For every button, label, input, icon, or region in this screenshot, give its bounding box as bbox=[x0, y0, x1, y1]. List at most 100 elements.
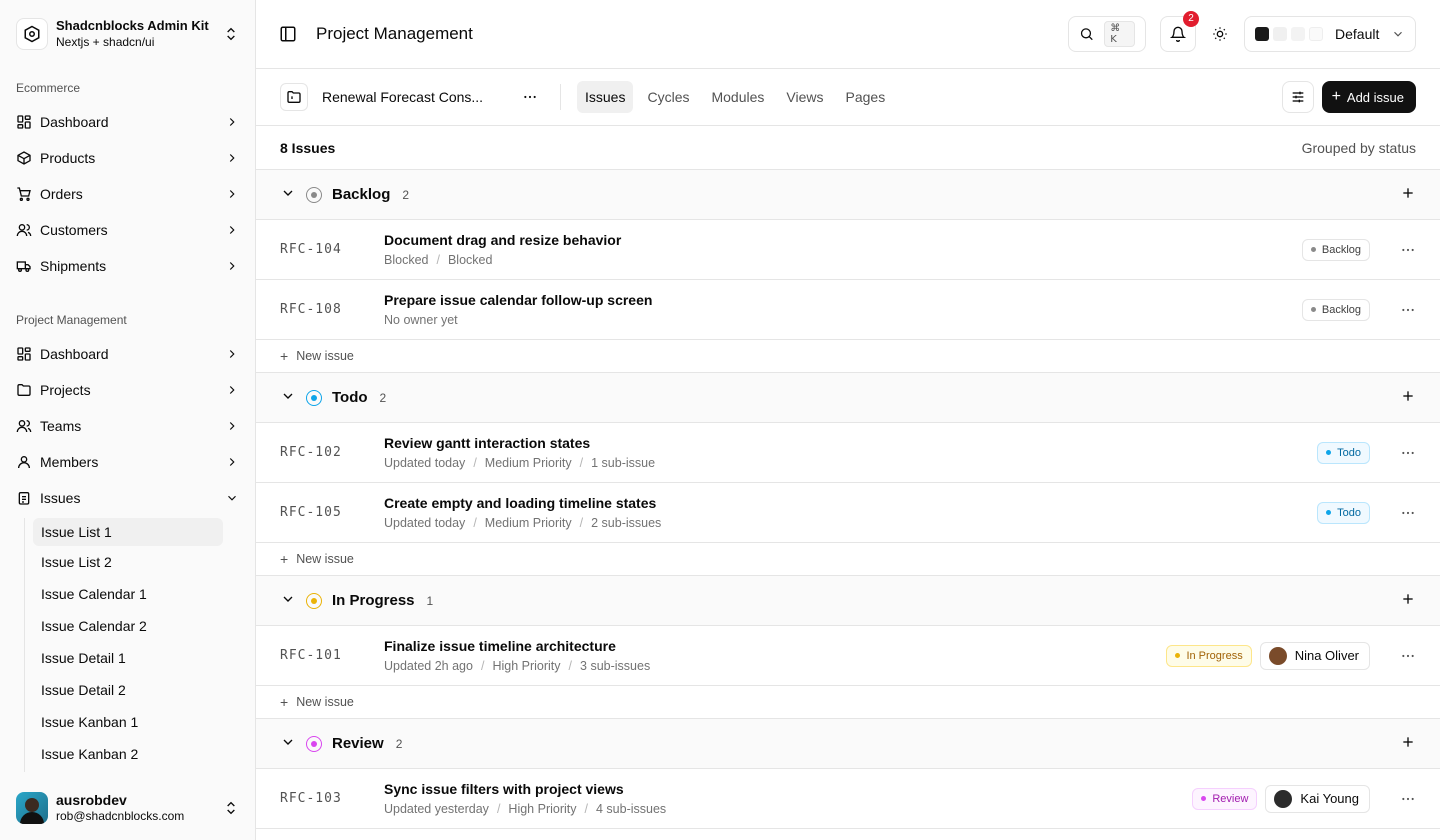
tab-cycles[interactable]: Cycles bbox=[639, 81, 697, 113]
issue-meta: 3 sub-issues bbox=[580, 658, 651, 673]
project-more-button[interactable] bbox=[516, 83, 544, 111]
project-name[interactable]: Renewal Forecast Cons... bbox=[322, 89, 500, 105]
panel-left-icon bbox=[280, 26, 296, 42]
new-issue-label: New issue bbox=[296, 695, 354, 709]
sidebar-section-label: Ecommerce bbox=[16, 81, 81, 95]
group-name: Todo bbox=[332, 389, 368, 406]
sidebar-item-issues[interactable]: Issues bbox=[0, 480, 255, 516]
issue-title[interactable]: Review gantt interaction states bbox=[384, 433, 1317, 453]
sidebar-item-products[interactable]: Products bbox=[0, 140, 255, 176]
sidebar-sub-item[interactable]: Issue Detail 1 bbox=[33, 644, 223, 676]
theme-toggle-button[interactable] bbox=[1202, 16, 1238, 52]
issue-row[interactable]: RFC-101 Finalize issue timeline architec… bbox=[256, 626, 1440, 686]
sidebar-sub-item[interactable]: Issue Calendar 2 bbox=[33, 612, 223, 644]
issue-row[interactable]: RFC-108 Prepare issue calendar follow-up… bbox=[256, 280, 1440, 340]
issue-more-button[interactable] bbox=[1392, 783, 1424, 815]
sidebar-sub-item[interactable]: Issue Calendar 1 bbox=[33, 580, 223, 612]
issue-meta: Updated yesterday bbox=[384, 801, 489, 816]
issue-meta: High Priority bbox=[492, 658, 561, 673]
issue-id: RFC-102 bbox=[280, 445, 342, 460]
theme-select[interactable]: Default bbox=[1244, 16, 1416, 52]
sidebar-item-members[interactable]: Members bbox=[0, 444, 255, 480]
issue-row[interactable]: RFC-102 Review gantt interaction states … bbox=[256, 423, 1440, 483]
sidebar-item-teams[interactable]: Teams bbox=[0, 408, 255, 444]
sidebar-sub-item[interactable]: Issue List 2 bbox=[33, 548, 223, 580]
group-add-button[interactable] bbox=[1400, 388, 1416, 407]
sliders-icon bbox=[1292, 91, 1303, 103]
issue-id: RFC-103 bbox=[280, 791, 342, 806]
status-todo-icon bbox=[306, 389, 322, 406]
tab-pages[interactable]: Pages bbox=[838, 81, 894, 113]
group-collapse-button[interactable] bbox=[280, 185, 306, 204]
filter-button[interactable] bbox=[1281, 81, 1314, 113]
add-issue-button[interactable]: + Add issue bbox=[1321, 81, 1416, 113]
issue-more-button[interactable] bbox=[1392, 640, 1424, 672]
tab-issues[interactable]: Issues bbox=[577, 81, 634, 113]
tab-modules[interactable]: Modules bbox=[703, 81, 772, 113]
search-button[interactable]: ⌘ K bbox=[1068, 16, 1146, 52]
group-add-button[interactable] bbox=[1400, 185, 1416, 204]
sidebar-item-dashboard[interactable]: Dashboard bbox=[0, 336, 255, 372]
new-issue-button[interactable]: + New issue bbox=[256, 340, 1440, 373]
assignee-name: Nina Oliver bbox=[1294, 648, 1359, 663]
group-collapse-button[interactable] bbox=[280, 734, 306, 753]
status-badge[interactable]: Review bbox=[1192, 787, 1258, 810]
assignee-chip[interactable]: Kai Young bbox=[1265, 784, 1370, 813]
issue-row[interactable]: RFC-105 Create empty and loading timelin… bbox=[256, 483, 1440, 543]
user-name: ausrobdev bbox=[56, 792, 127, 808]
new-issue-button[interactable]: + New issue bbox=[256, 686, 1440, 719]
sidebar-item-dashboard[interactable]: Dashboard bbox=[0, 104, 255, 140]
status-badge[interactable]: Todo bbox=[1317, 441, 1370, 464]
status-badge[interactable]: Backlog bbox=[1301, 298, 1370, 321]
status-badge[interactable]: Todo bbox=[1317, 501, 1370, 524]
user-email: rob@shadcnblocks.com bbox=[56, 809, 185, 823]
sidebar-item-orders[interactable]: Orders bbox=[0, 176, 255, 212]
cart-icon bbox=[17, 187, 31, 201]
group-count: 1 bbox=[426, 593, 434, 608]
sidebar-sub-item[interactable]: Issue Kanban 2 bbox=[33, 740, 223, 772]
meta-separator: / bbox=[568, 658, 573, 673]
issue-title[interactable]: Document drag and resize behavior bbox=[384, 230, 1302, 250]
issue-more-button[interactable] bbox=[1392, 294, 1424, 326]
status-badge[interactable]: In Progress bbox=[1166, 644, 1252, 667]
issue-row[interactable]: RFC-104 Document drag and resize behavio… bbox=[256, 220, 1440, 280]
user-menu[interactable]: ausrobdev rob@shadcnblocks.com bbox=[0, 776, 255, 840]
issue-title[interactable]: Sync issue filters with project views bbox=[384, 779, 1192, 799]
issue-row[interactable]: RFC-103 Sync issue filters with project … bbox=[256, 769, 1440, 829]
issue-id: RFC-101 bbox=[280, 648, 342, 663]
meta-separator: / bbox=[584, 801, 588, 816]
group-collapse-button[interactable] bbox=[280, 388, 306, 407]
sidebar-toggle-button[interactable] bbox=[272, 18, 304, 50]
new-issue-button[interactable]: + New issue bbox=[256, 543, 1440, 576]
brand-title: Shadcnblocks Admin Kit bbox=[56, 18, 209, 33]
sidebar-item-customers[interactable]: Customers bbox=[0, 212, 255, 248]
status-badge-label: Backlog bbox=[1321, 243, 1361, 256]
sidebar-sub-item[interactable]: Issue List 1 bbox=[33, 518, 223, 546]
group-count: 2 bbox=[395, 736, 403, 751]
users-icon bbox=[16, 420, 32, 433]
group-add-button[interactable] bbox=[1400, 591, 1416, 610]
assignee-chip[interactable]: Nina Oliver bbox=[1259, 641, 1370, 670]
issue-more-button[interactable] bbox=[1392, 234, 1424, 266]
brand-switcher[interactable]: Shadcnblocks Admin Kit Nextjs + shadcn/u… bbox=[0, 0, 255, 68]
group-add-button[interactable] bbox=[1400, 734, 1416, 753]
sidebar-sub-item[interactable]: Issue Detail 2 bbox=[33, 676, 223, 708]
issue-more-button[interactable] bbox=[1392, 497, 1424, 529]
tab-views[interactable]: Views bbox=[778, 81, 831, 113]
brand-logo-icon bbox=[16, 18, 48, 50]
plus-icon bbox=[1403, 188, 1413, 198]
group-collapse-button[interactable] bbox=[280, 591, 306, 610]
issue-title[interactable]: Prepare issue calendar follow-up screen bbox=[384, 290, 1302, 310]
sidebar-item-shipments[interactable]: Shipments bbox=[0, 248, 255, 284]
issue-title[interactable]: Create empty and loading timeline states bbox=[384, 493, 1317, 513]
issue-count: 8 Issues bbox=[280, 139, 336, 156]
status-badge-label: In Progress bbox=[1186, 649, 1243, 662]
status-review-icon bbox=[306, 735, 322, 752]
sidebar-sub-item[interactable]: Issue Kanban 1 bbox=[33, 708, 223, 740]
status-badge[interactable]: Backlog bbox=[1301, 238, 1370, 261]
assignee-avatar bbox=[1274, 789, 1293, 808]
issue-more-button[interactable] bbox=[1392, 437, 1424, 469]
notifications-button[interactable]: 2 bbox=[1160, 11, 1199, 52]
sidebar-item-projects[interactable]: Projects bbox=[0, 372, 255, 408]
issue-title[interactable]: Finalize issue timeline architecture bbox=[384, 636, 1166, 656]
